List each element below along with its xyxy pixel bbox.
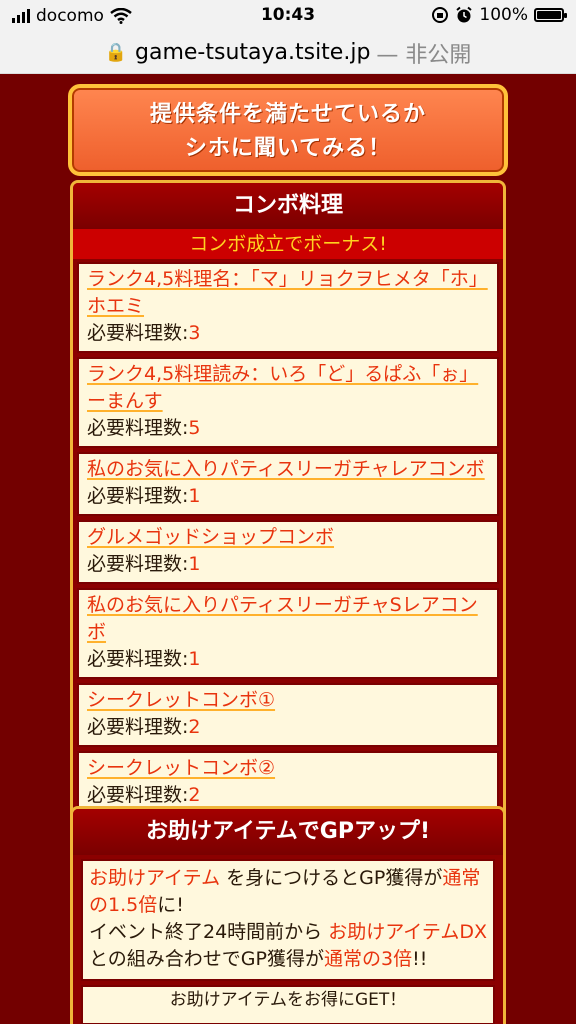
ask-button-line1: 提供条件を満たせているか	[149, 102, 426, 127]
required-label: 必要料理数:	[87, 784, 189, 806]
required-label: 必要料理数:	[87, 553, 189, 575]
combo-link[interactable]: シークレットコンボ②	[87, 755, 489, 782]
combo-item: ランク4,5料理名：「マ」リョクヲヒメタ「ホ」ホエミ 必要料理数:3	[77, 262, 499, 353]
help-item-text: お助けアイテム	[89, 867, 221, 889]
combo-link[interactable]: ランク4,5料理名：「マ」リョクヲヒメタ「ホ」ホエミ	[87, 266, 489, 320]
help-description: お助けアイテム を身につけるとGP獲得が通常の1.5倍に! イベント終了24時間…	[81, 859, 495, 981]
combo-item: シークレットコンボ① 必要料理数:2	[77, 683, 499, 747]
required-count: 5	[188, 417, 201, 439]
page-content: 提供条件を満たせているか シホに聞いてみる！ コンボ料理 コンボ成立でボーナス!…	[0, 74, 576, 1024]
combo-link[interactable]: シークレットコンボ①	[87, 687, 489, 714]
gp-rate-dx-text: 通常の3倍	[324, 948, 413, 970]
combo-link[interactable]: 私のお気に入りパティスリーガチャレアコンボ	[87, 456, 489, 483]
required-label: 必要料理数:	[87, 417, 189, 439]
lock-icon: 🔒	[104, 42, 127, 63]
combo-item: ランク4,5料理読み：いろ「ど」るぱふ「ぉ」ーまんす 必要料理数:5	[77, 357, 499, 448]
required-count: 1	[188, 648, 201, 670]
combo-subtitle: コンボ成立でボーナス!	[73, 229, 503, 259]
combo-link[interactable]: グルメゴッドショップコンボ	[87, 524, 489, 551]
required-label: 必要料理数:	[87, 648, 189, 670]
help-item-dx-text: お助けアイテムDX	[328, 921, 487, 943]
combo-panel: コンボ料理 コンボ成立でボーナス! ランク4,5料理名：「マ」リョクヲヒメタ「ホ…	[70, 180, 506, 822]
required-count: 1	[188, 485, 201, 507]
combo-link[interactable]: ランク4,5料理読み：いろ「ど」るぱふ「ぉ」ーまんす	[87, 361, 489, 415]
url-domain: game-tsutaya.tsite.jp	[135, 40, 371, 65]
required-label: 必要料理数:	[87, 716, 189, 738]
status-bar: docomo 10:43 100%	[0, 0, 576, 32]
battery-icon	[534, 8, 567, 22]
combo-item: グルメゴッドショップコンボ 必要料理数:1	[77, 520, 499, 584]
alarm-icon	[456, 6, 473, 23]
url-status: — 非公開	[376, 42, 472, 68]
help-title: お助けアイテムでGPアップ!	[73, 809, 503, 855]
combo-item: 私のお気に入りパティスリーガチャレアコンボ 必要料理数:1	[77, 452, 499, 516]
url-bar[interactable]: 🔒 game-tsutaya.tsite.jp — 非公開	[0, 32, 576, 74]
combo-list: ランク4,5料理名：「マ」リョクヲヒメタ「ホ」ホエミ 必要料理数:3 ランク4,…	[73, 259, 503, 819]
battery-percent: 100%	[479, 5, 528, 25]
required-label: 必要料理数:	[87, 485, 189, 507]
required-count: 3	[188, 322, 201, 344]
required-count: 2	[188, 716, 201, 738]
help-get-link[interactable]: お助けアイテムをお得にGET！	[81, 985, 495, 1024]
required-count: 1	[188, 553, 201, 575]
ask-shiho-button[interactable]: 提供条件を満たせているか シホに聞いてみる！	[68, 84, 508, 176]
required-label: 必要料理数:	[87, 322, 189, 344]
status-right: 100%	[431, 5, 567, 25]
ask-button-line2: シホに聞いてみる！	[184, 136, 392, 161]
combo-link[interactable]: 私のお気に入りパティスリーガチャSレアコンボ	[87, 592, 489, 646]
help-item-panel: お助けアイテムでGPアップ! お助けアイテム を身につけるとGP獲得が通常の1.…	[70, 806, 506, 1024]
orientation-lock-icon	[432, 7, 449, 23]
combo-item: 私のお気に入りパティスリーガチャSレアコンボ 必要料理数:1	[77, 588, 499, 679]
required-count: 2	[188, 784, 201, 806]
combo-title: コンボ料理	[73, 183, 503, 229]
